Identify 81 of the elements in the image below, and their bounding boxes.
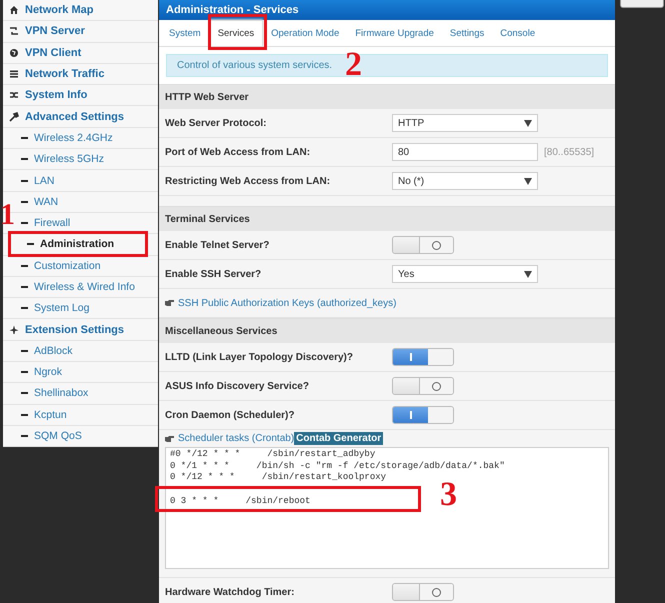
sidebar-item[interactable]: System Log xyxy=(3,298,158,320)
sidebar-item[interactable]: Network Map xyxy=(3,0,158,22)
toggle-switch[interactable] xyxy=(392,583,454,601)
dropdown[interactable]: HTTP xyxy=(392,114,538,132)
sidebar-item[interactable]: System Info xyxy=(3,85,158,106)
dash-icon xyxy=(21,392,28,394)
section-header: Miscellaneous Services xyxy=(159,318,615,343)
sidebar-item[interactable]: SQM QoS xyxy=(3,426,158,448)
field-label: Cron Daemon (Scheduler)? xyxy=(165,410,296,420)
sidebar-item[interactable]: Extension Settings xyxy=(3,319,158,341)
highlight-frame xyxy=(208,14,267,50)
toggle-switch[interactable] xyxy=(392,377,454,395)
sidebar-item[interactable]: AdBlock xyxy=(3,340,158,362)
dash-icon xyxy=(21,180,28,182)
keys-link[interactable]: SSH Public Authorization Keys (authorized_keys) xyxy=(178,298,396,308)
sidebar-item[interactable]: Shellinabox xyxy=(3,383,158,405)
generator-button[interactable]: Contab Generator xyxy=(294,432,384,445)
sidebar-item[interactable]: Kcptun xyxy=(3,404,158,426)
sidebar-item[interactable]: LAN xyxy=(3,170,158,192)
crontab-link[interactable]: Scheduler tasks (Crontab) xyxy=(178,433,294,444)
sidebar-item[interactable]: Customization xyxy=(3,256,158,277)
menu-icon xyxy=(9,5,19,16)
menu-icon xyxy=(9,69,19,80)
tab[interactable]: Services xyxy=(208,20,264,46)
sidebar-item[interactable]: Network Traffic xyxy=(3,64,158,86)
tab[interactable]: Operation Mode xyxy=(263,20,348,46)
field-label: Enable Telnet Server? xyxy=(165,240,270,250)
tab[interactable]: Settings xyxy=(442,20,492,46)
toggle-switch[interactable] xyxy=(392,236,454,254)
caret-icon xyxy=(524,270,532,278)
menu-icon xyxy=(9,90,19,100)
field-label: LLTD (Link Layer Topology Discovery)? xyxy=(165,352,354,362)
dropdown[interactable]: Yes xyxy=(392,265,538,283)
sidebar-item[interactable]: Advanced Settings xyxy=(3,106,158,128)
dash-icon xyxy=(21,307,28,310)
dash-icon xyxy=(21,222,28,224)
caret-icon xyxy=(524,120,532,126)
dash-icon xyxy=(21,435,28,438)
step-number: 2 xyxy=(345,48,362,82)
sidebar-item[interactable]: VPN Server xyxy=(3,21,158,43)
field-label: Port of Web Access from LAN: xyxy=(165,146,312,158)
sidebar-item[interactable]: Wireless 5GHz xyxy=(3,149,158,170)
dash-icon xyxy=(21,414,28,416)
top-button[interactable] xyxy=(620,0,664,8)
dash-icon xyxy=(21,350,28,352)
toggle-switch[interactable] xyxy=(392,348,454,366)
dropdown[interactable]: No (*) xyxy=(392,172,538,190)
tab[interactable]: Firmware Upgrade xyxy=(347,20,442,46)
section-header: Terminal Services xyxy=(159,206,615,231)
dash-icon xyxy=(21,371,28,374)
field-label: Restricting Web Access from LAN: xyxy=(165,176,332,186)
step-number: 3 xyxy=(440,478,457,512)
dash-icon xyxy=(21,200,28,203)
pointing-hand-icon xyxy=(165,299,175,307)
sidebar-item[interactable]: Wireless & Wired Info xyxy=(3,276,158,298)
sidebar-item[interactable]: Ngrok xyxy=(3,362,158,384)
section-header: HTTP Web Server xyxy=(159,84,615,109)
sidebar-item[interactable]: Wireless 2.4GHz xyxy=(3,128,158,150)
field-label: ASUS Info Discovery Service? xyxy=(165,380,310,392)
panel-title: Administration - Services xyxy=(159,0,615,20)
menu-icon xyxy=(9,26,19,36)
menu-icon xyxy=(9,112,19,122)
sidebar-item[interactable]: Administration xyxy=(3,234,158,256)
dash-icon xyxy=(21,136,28,139)
tab[interactable]: System xyxy=(161,20,209,46)
toggle-switch[interactable] xyxy=(392,406,454,424)
menu-icon xyxy=(9,48,19,58)
sidebar-item[interactable]: VPN Client xyxy=(3,42,158,64)
dash-icon xyxy=(27,243,34,246)
range-hint: [80..65535] xyxy=(544,146,594,158)
menu-icon xyxy=(9,324,19,335)
field-label: Enable SSH Server? xyxy=(165,268,262,280)
caret-icon xyxy=(524,178,532,184)
field-label: Web Server Protocol: xyxy=(165,118,268,128)
input-field[interactable]: 80 xyxy=(392,143,538,161)
dash-icon xyxy=(21,264,28,267)
tab[interactable]: Console xyxy=(492,20,544,46)
pointing-hand-icon xyxy=(165,434,175,442)
field-label: Hardware Watchdog Timer: xyxy=(165,586,296,598)
dash-icon xyxy=(21,158,28,160)
dash-icon xyxy=(21,286,28,288)
